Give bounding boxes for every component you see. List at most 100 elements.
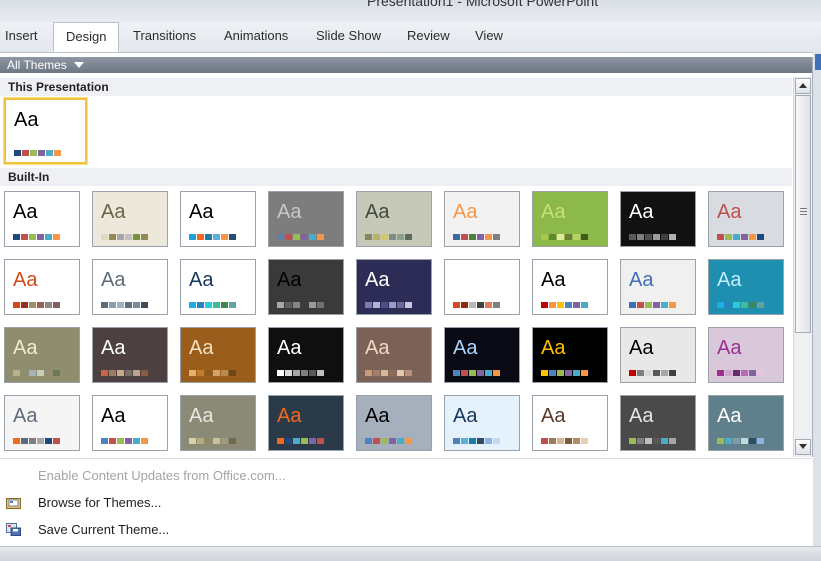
color-swatch xyxy=(125,234,132,240)
tab-transitions[interactable]: Transitions xyxy=(133,28,196,50)
theme-thumbnail[interactable]: Aa xyxy=(268,259,344,315)
theme-thumbnail[interactable]: Aa xyxy=(532,395,608,451)
color-swatch xyxy=(477,438,484,444)
theme-thumbnail[interactable]: Aa xyxy=(444,327,520,383)
theme-thumbnail[interactable]: Aa xyxy=(92,395,168,451)
scrollbar-thumb[interactable] xyxy=(795,95,811,333)
theme-color-swatches xyxy=(13,370,60,376)
theme-thumbnail[interactable]: Aa xyxy=(444,395,520,451)
theme-thumbnail[interactable]: Aa xyxy=(620,259,696,315)
theme-thumbnail[interactable]: Aa xyxy=(4,327,80,383)
all-themes-dropdown[interactable]: All Themes xyxy=(0,57,812,73)
color-swatch xyxy=(189,370,196,376)
theme-thumbnail[interactable]: Aa xyxy=(708,191,784,247)
theme-thumbnail[interactable]: Aa xyxy=(620,327,696,383)
scroll-up-button[interactable] xyxy=(795,78,811,94)
theme-thumbnail[interactable]: Aa xyxy=(180,191,256,247)
tab-animations[interactable]: Animations xyxy=(224,28,288,50)
theme-color-swatches xyxy=(453,438,500,444)
theme-color-swatches xyxy=(717,438,764,444)
color-swatch xyxy=(229,370,236,376)
theme-thumbnail[interactable]: Aa xyxy=(708,327,784,383)
theme-thumbnail[interactable]: Aa xyxy=(268,191,344,247)
theme-thumbnail[interactable]: Aa xyxy=(4,395,80,451)
theme-sample-text: Aa xyxy=(629,337,654,359)
color-swatch xyxy=(405,234,412,240)
theme-thumbnail[interactable]: Aa xyxy=(532,259,608,315)
current-theme-thumbnail[interactable]: Aa xyxy=(4,98,87,164)
color-swatch xyxy=(309,302,316,308)
tab-insert[interactable]: Insert xyxy=(5,28,38,50)
color-swatch xyxy=(717,370,724,376)
tab-slide-show[interactable]: Slide Show xyxy=(316,28,381,50)
theme-thumbnail[interactable]: Aa xyxy=(268,327,344,383)
color-swatch xyxy=(117,370,124,376)
theme-thumbnail[interactable]: Aa xyxy=(444,259,520,315)
tab-view[interactable]: View xyxy=(475,28,503,50)
color-swatch xyxy=(53,370,60,376)
color-swatch xyxy=(741,370,748,376)
theme-thumbnail[interactable]: Aa xyxy=(532,191,608,247)
color-swatch xyxy=(389,302,396,308)
theme-thumbnail[interactable]: Aa xyxy=(356,259,432,315)
color-swatch xyxy=(45,438,52,444)
theme-thumbnail[interactable]: Aa xyxy=(92,191,168,247)
color-swatch xyxy=(141,370,148,376)
color-swatch xyxy=(653,302,660,308)
theme-thumbnail[interactable]: Aa xyxy=(92,327,168,383)
color-swatch xyxy=(573,438,580,444)
theme-thumbnail[interactable]: Aa xyxy=(356,395,432,451)
color-swatch xyxy=(277,370,284,376)
color-swatch xyxy=(493,438,500,444)
theme-thumbnail[interactable]: Aa xyxy=(268,395,344,451)
section-this-presentation: This Presentation xyxy=(0,78,792,96)
color-swatch xyxy=(29,370,36,376)
color-swatch xyxy=(469,370,476,376)
color-swatch xyxy=(381,302,388,308)
color-swatch xyxy=(405,302,412,308)
color-swatch xyxy=(213,302,220,308)
theme-color-swatches xyxy=(277,370,324,376)
theme-thumbnail[interactable]: Aa xyxy=(356,327,432,383)
color-swatch xyxy=(277,302,284,308)
color-swatch xyxy=(125,302,132,308)
theme-sample-text: Aa xyxy=(365,201,390,223)
color-swatch xyxy=(317,302,324,308)
theme-thumbnail[interactable]: Aa xyxy=(532,327,608,383)
theme-thumbnail[interactable]: Aa xyxy=(180,395,256,451)
theme-thumbnail[interactable]: Aa xyxy=(180,259,256,315)
color-swatch xyxy=(21,370,28,376)
theme-thumbnail[interactable]: Aa xyxy=(620,395,696,451)
menu-save-current-theme[interactable]: Save Current Theme... xyxy=(0,518,790,542)
color-swatch xyxy=(741,302,748,308)
theme-color-swatches xyxy=(365,370,412,376)
color-swatch xyxy=(21,302,28,308)
tab-design[interactable]: Design xyxy=(53,22,120,52)
menu-browse-for-themes[interactable]: Browse for Themes... xyxy=(0,491,790,515)
color-swatch xyxy=(397,438,404,444)
color-swatch xyxy=(581,234,588,240)
theme-sample-text: Aa xyxy=(717,201,742,223)
theme-thumbnail[interactable]: Aa xyxy=(180,327,256,383)
color-swatch xyxy=(37,370,44,376)
color-swatch xyxy=(645,234,652,240)
theme-thumbnail[interactable]: Aa xyxy=(708,259,784,315)
tab-review[interactable]: Review xyxy=(407,28,450,50)
theme-thumbnail[interactable]: Aa xyxy=(92,259,168,315)
color-swatch xyxy=(461,370,468,376)
theme-thumbnail[interactable]: Aa xyxy=(356,191,432,247)
color-swatch xyxy=(757,438,764,444)
theme-thumbnail[interactable]: Aa xyxy=(620,191,696,247)
theme-thumbnail[interactable]: Aa xyxy=(4,259,80,315)
color-swatch xyxy=(213,234,220,240)
color-swatch xyxy=(285,370,292,376)
arrow-up-icon xyxy=(799,83,807,88)
color-swatch xyxy=(277,234,284,240)
theme-thumbnail[interactable]: Aa xyxy=(4,191,80,247)
gallery-scrollbar[interactable] xyxy=(793,77,812,457)
color-swatch xyxy=(557,438,564,444)
scroll-down-button[interactable] xyxy=(795,439,811,455)
theme-thumbnail[interactable]: Aa xyxy=(708,395,784,451)
theme-color-swatches xyxy=(13,234,60,240)
theme-thumbnail[interactable]: Aa xyxy=(444,191,520,247)
